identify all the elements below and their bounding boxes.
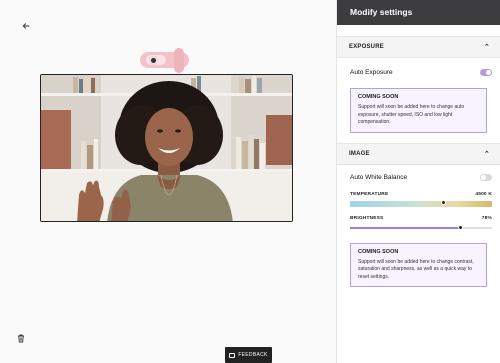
brightness-value: 78%: [481, 215, 492, 221]
auto-exposure-toggle[interactable]: [480, 68, 492, 76]
temperature-label-row: TEMPERATURE 4500 K: [337, 192, 500, 197]
brightness-slider-fill: [350, 226, 461, 229]
exposure-section-header[interactable]: EXPOSURE ⌃: [337, 36, 500, 58]
webcam-lens: [149, 56, 158, 65]
panel-title: Modify settings: [337, 0, 500, 25]
exposure-heading: EXPOSURE: [349, 44, 384, 50]
feedback-label: FEEDBACK: [238, 352, 268, 358]
temperature-label: TEMPERATURE: [350, 191, 389, 197]
camera-preview-image: [41, 75, 292, 221]
notice-title: COMING SOON: [358, 248, 399, 255]
auto-white-balance-row: Auto White Balance: [337, 165, 500, 190]
privacy-shutter: [174, 48, 184, 73]
brightness-slider-thumb[interactable]: [458, 224, 464, 230]
notice-title: COMING SOON: [358, 94, 399, 100]
auto-white-balance-toggle[interactable]: [480, 173, 492, 181]
brightness-slider[interactable]: [350, 224, 492, 230]
webcam-illustration: [140, 48, 189, 73]
image-heading: IMAGE: [349, 150, 370, 157]
trash-icon: [18, 334, 24, 343]
arrow-left-icon: [22, 23, 30, 29]
settings-panel: Modify settings EXPOSURE ⌃ Auto Exposure…: [336, 0, 500, 363]
chevron-up-icon: ⌃: [483, 44, 490, 51]
message-icon: [229, 352, 236, 358]
feedback-button[interactable]: FEEDBACK: [225, 347, 272, 363]
temperature-value: 4500 K: [475, 191, 492, 197]
auto-exposure-row: Auto Exposure: [337, 58, 500, 86]
brightness-label: BRIGHTNESS: [350, 215, 384, 221]
camera-preview: [40, 74, 293, 222]
image-coming-soon-notice: COMING SOON Support will soon be added h…: [350, 242, 487, 287]
notice-text: Support will soon be added here to chang…: [358, 258, 474, 280]
temperature-slider-thumb[interactable]: [441, 199, 447, 205]
notice-text: Support will soon be added here to chang…: [358, 104, 465, 125]
brightness-label-row: BRIGHTNESS 78%: [337, 216, 500, 221]
delete-button[interactable]: [17, 330, 31, 344]
image-section-header[interactable]: IMAGE ⌃: [337, 142, 500, 165]
temperature-slider[interactable]: [350, 199, 492, 207]
auto-exposure-label: Auto Exposure: [350, 68, 393, 76]
exposure-coming-soon-notice: COMING SOON Support will soon be added h…: [350, 88, 487, 133]
auto-white-balance-label: Auto White Balance: [350, 173, 408, 181]
back-button[interactable]: [19, 20, 33, 34]
preview-canvas: FEEDBACK: [0, 0, 336, 363]
chevron-up-icon: ⌃: [483, 150, 490, 158]
